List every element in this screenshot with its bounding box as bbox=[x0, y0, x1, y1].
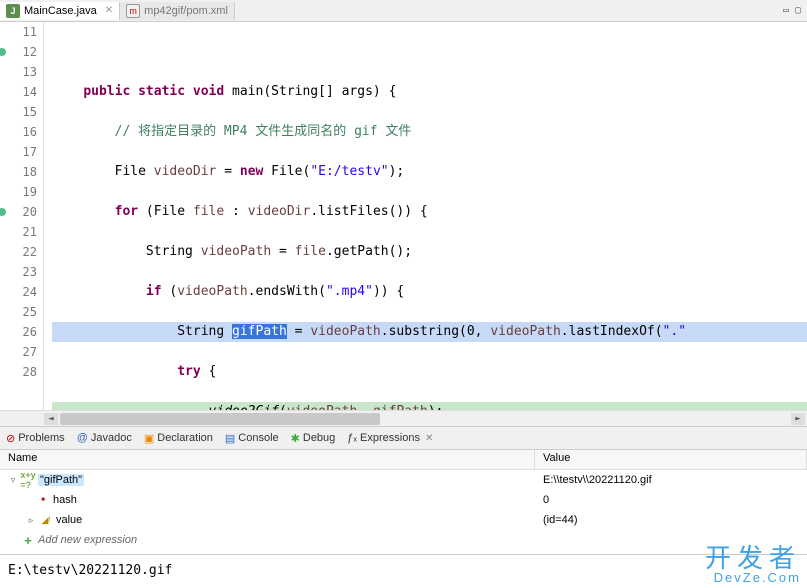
minimize-icon[interactable]: ▭ bbox=[783, 5, 789, 16]
close-icon[interactable]: ✕ bbox=[105, 5, 113, 16]
close-icon[interactable]: ✕ bbox=[425, 433, 433, 444]
tab-maincase[interactable]: J MainCase.java ✕ bbox=[0, 2, 120, 20]
expand-icon[interactable]: ▹ bbox=[26, 515, 36, 526]
editor-area: 11 12 13 14 15 16 17 18 19 20 21 22 23 2… bbox=[0, 22, 807, 410]
table-row[interactable]: ▿x+y=?"gifPath" E:\\testv\\20221120.gif bbox=[0, 470, 807, 490]
add-expression-row[interactable]: +Add new expression bbox=[0, 530, 807, 550]
horizontal-scrollbar[interactable]: ◄ ► bbox=[0, 410, 807, 426]
expressions-header: Name Value bbox=[0, 450, 807, 470]
tab-label: mp42gif/pom.xml bbox=[144, 5, 228, 17]
scroll-left-icon[interactable]: ◄ bbox=[44, 413, 58, 425]
declaration-tab[interactable]: ▣Declaration bbox=[144, 432, 213, 445]
declaration-icon: ▣ bbox=[144, 432, 154, 445]
editor-toolbar: ▭ ▢ bbox=[777, 5, 807, 16]
add-expression-label: Add new expression bbox=[38, 534, 137, 546]
expression-value: 0 bbox=[535, 494, 807, 506]
details-pane[interactable]: E:\testv\20221120.gif bbox=[0, 554, 807, 588]
expression-value: (id=44) bbox=[535, 514, 807, 526]
scroll-thumb[interactable] bbox=[60, 413, 380, 425]
field-icon: ◢ᶠ bbox=[39, 513, 53, 527]
console-icon: ▤ bbox=[225, 432, 235, 445]
expressions-view: Name Value ▿x+y=?"gifPath" E:\\testv\\20… bbox=[0, 450, 807, 554]
javadoc-tab[interactable]: @Javadoc bbox=[77, 432, 132, 444]
code-editor[interactable]: public static void main(String[] args) {… bbox=[44, 22, 807, 410]
expression-value: E:\\testv\\20221120.gif bbox=[535, 474, 807, 486]
editor-tab-bar: J MainCase.java ✕ m mp42gif/pom.xml ▭ ▢ bbox=[0, 0, 807, 22]
scroll-right-icon[interactable]: ► bbox=[791, 413, 805, 425]
expression-name: "gifPath" bbox=[38, 474, 84, 486]
java-file-icon: J bbox=[6, 4, 20, 18]
console-tab[interactable]: ▤Console bbox=[225, 432, 279, 445]
expand-icon[interactable]: ▿ bbox=[8, 475, 18, 486]
expression-icon: x+y=? bbox=[21, 473, 35, 487]
expressions-icon: ƒₓ bbox=[347, 432, 357, 444]
expression-name: hash bbox=[53, 494, 77, 506]
tab-label: MainCase.java bbox=[24, 5, 97, 17]
line-gutter: 11 12 13 14 15 16 17 18 19 20 21 22 23 2… bbox=[0, 22, 44, 410]
column-name[interactable]: Name bbox=[0, 450, 535, 469]
add-icon: + bbox=[21, 533, 35, 547]
expression-name: value bbox=[56, 514, 82, 526]
selected-variable: gifPath bbox=[232, 324, 287, 339]
debug-tab[interactable]: ✱Debug bbox=[291, 432, 336, 445]
javadoc-icon: @ bbox=[77, 432, 88, 444]
problems-tab[interactable]: ⊘Problems bbox=[6, 432, 65, 445]
problems-icon: ⊘ bbox=[6, 432, 15, 445]
table-row[interactable]: ▹◢ᶠvalue (id=44) bbox=[0, 510, 807, 530]
expressions-tab[interactable]: ƒₓExpressions✕ bbox=[347, 432, 433, 444]
field-icon: ■ bbox=[36, 493, 50, 507]
views-tab-bar: ⊘Problems @Javadoc ▣Declaration ▤Console… bbox=[0, 426, 807, 450]
table-row[interactable]: ■hash 0 bbox=[0, 490, 807, 510]
tab-pom[interactable]: m mp42gif/pom.xml bbox=[120, 2, 235, 20]
maximize-icon[interactable]: ▢ bbox=[795, 5, 801, 16]
column-value[interactable]: Value bbox=[535, 450, 807, 469]
maven-file-icon: m bbox=[126, 4, 140, 18]
debug-icon: ✱ bbox=[291, 432, 300, 445]
